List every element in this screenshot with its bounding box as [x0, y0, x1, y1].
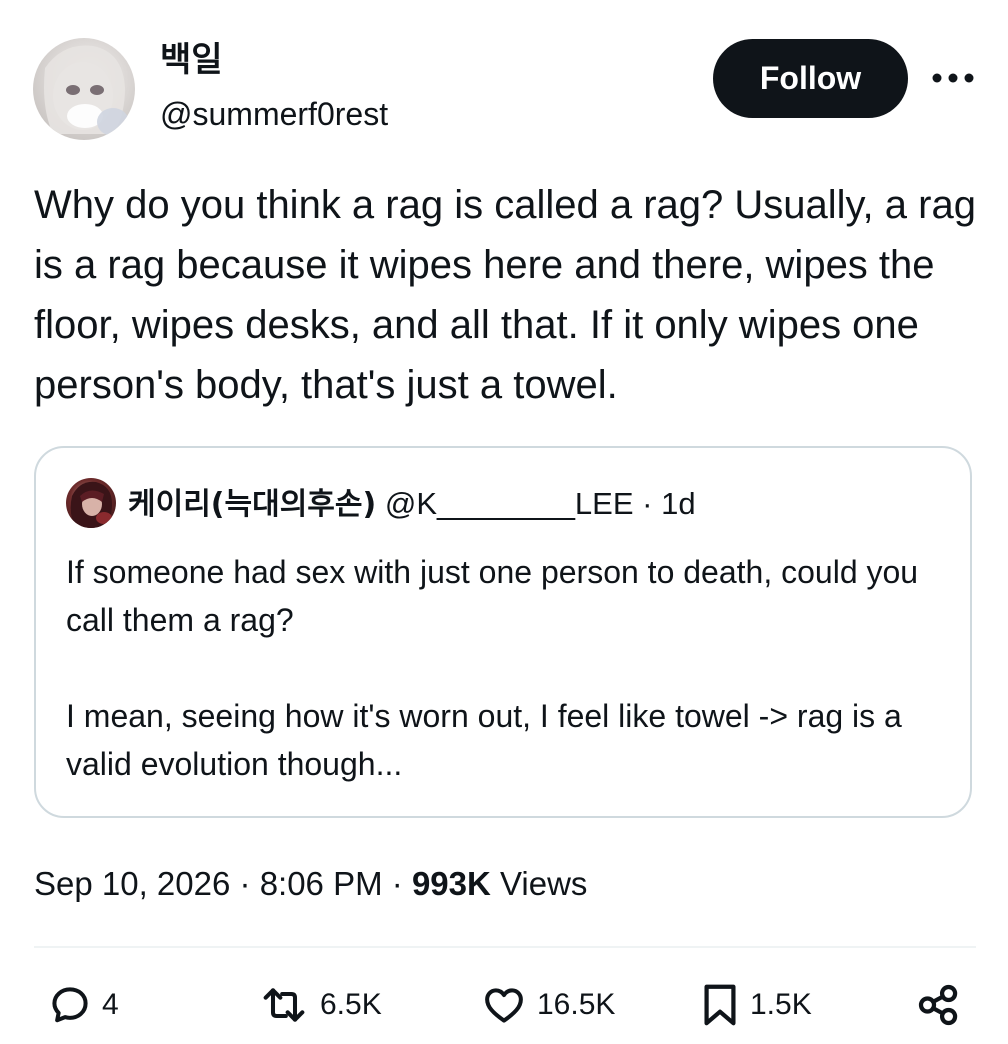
views-label: Views	[500, 865, 588, 902]
quoted-author-handle[interactable]: @K________LEE	[385, 486, 634, 521]
reply-icon	[48, 983, 92, 1027]
author-handle[interactable]: @summerf0rest	[160, 95, 388, 133]
bookmark-icon	[700, 982, 740, 1028]
bookmark-count: 1.5K	[750, 988, 812, 1021]
quoted-author-display-name[interactable]: 케이리(늑대의후손)	[128, 487, 376, 522]
views-count: 993K	[411, 865, 491, 902]
more-icon[interactable]	[928, 60, 978, 96]
divider	[34, 946, 976, 948]
quoted-paragraph-1: If someone had sex with just one person …	[66, 554, 919, 638]
tweet-text: Why do you think a rag is called a rag? …	[34, 183, 976, 407]
tweet-time[interactable]: 8:06 PM	[260, 865, 383, 902]
reply-count: 4	[102, 988, 119, 1021]
share-button[interactable]	[916, 980, 962, 1030]
author-avatar[interactable]	[33, 38, 135, 140]
repost-button[interactable]: 6.5K	[258, 980, 382, 1030]
repost-icon	[258, 983, 310, 1027]
quoted-tweet-text: If someone had sex with just one person …	[66, 548, 946, 788]
quoted-author-avatar[interactable]	[66, 478, 116, 528]
like-button[interactable]: 16.5K	[481, 980, 615, 1030]
quoted-separator: ·	[642, 486, 653, 521]
quoted-paragraph-2: I mean, seeing how it's worn out, I feel…	[66, 698, 902, 782]
tweet-meta-row: Sep 10, 2026 · 8:06 PM · 993K Views	[34, 862, 587, 906]
share-icon	[916, 982, 962, 1028]
like-count: 16.5K	[537, 988, 616, 1021]
quoted-tweet-header: 케이리(늑대의후손) @K________LEE · 1d	[128, 482, 696, 527]
repost-count: 6.5K	[320, 988, 382, 1021]
bookmark-button[interactable]: 1.5K	[700, 980, 812, 1030]
follow-button[interactable]: Follow	[713, 39, 908, 118]
meta-separator: ·	[239, 865, 251, 902]
heart-icon	[481, 983, 527, 1027]
quoted-tweet-card[interactable]: 케이리(늑대의후손) @K________LEE · 1d If someone…	[34, 446, 972, 818]
reply-button[interactable]: 4	[48, 980, 119, 1030]
tweet-date[interactable]: Sep 10, 2026	[34, 865, 230, 902]
author-display-name[interactable]: 백일	[160, 40, 223, 80]
meta-separator: ·	[391, 865, 403, 902]
quoted-tweet-age[interactable]: 1d	[661, 486, 695, 521]
